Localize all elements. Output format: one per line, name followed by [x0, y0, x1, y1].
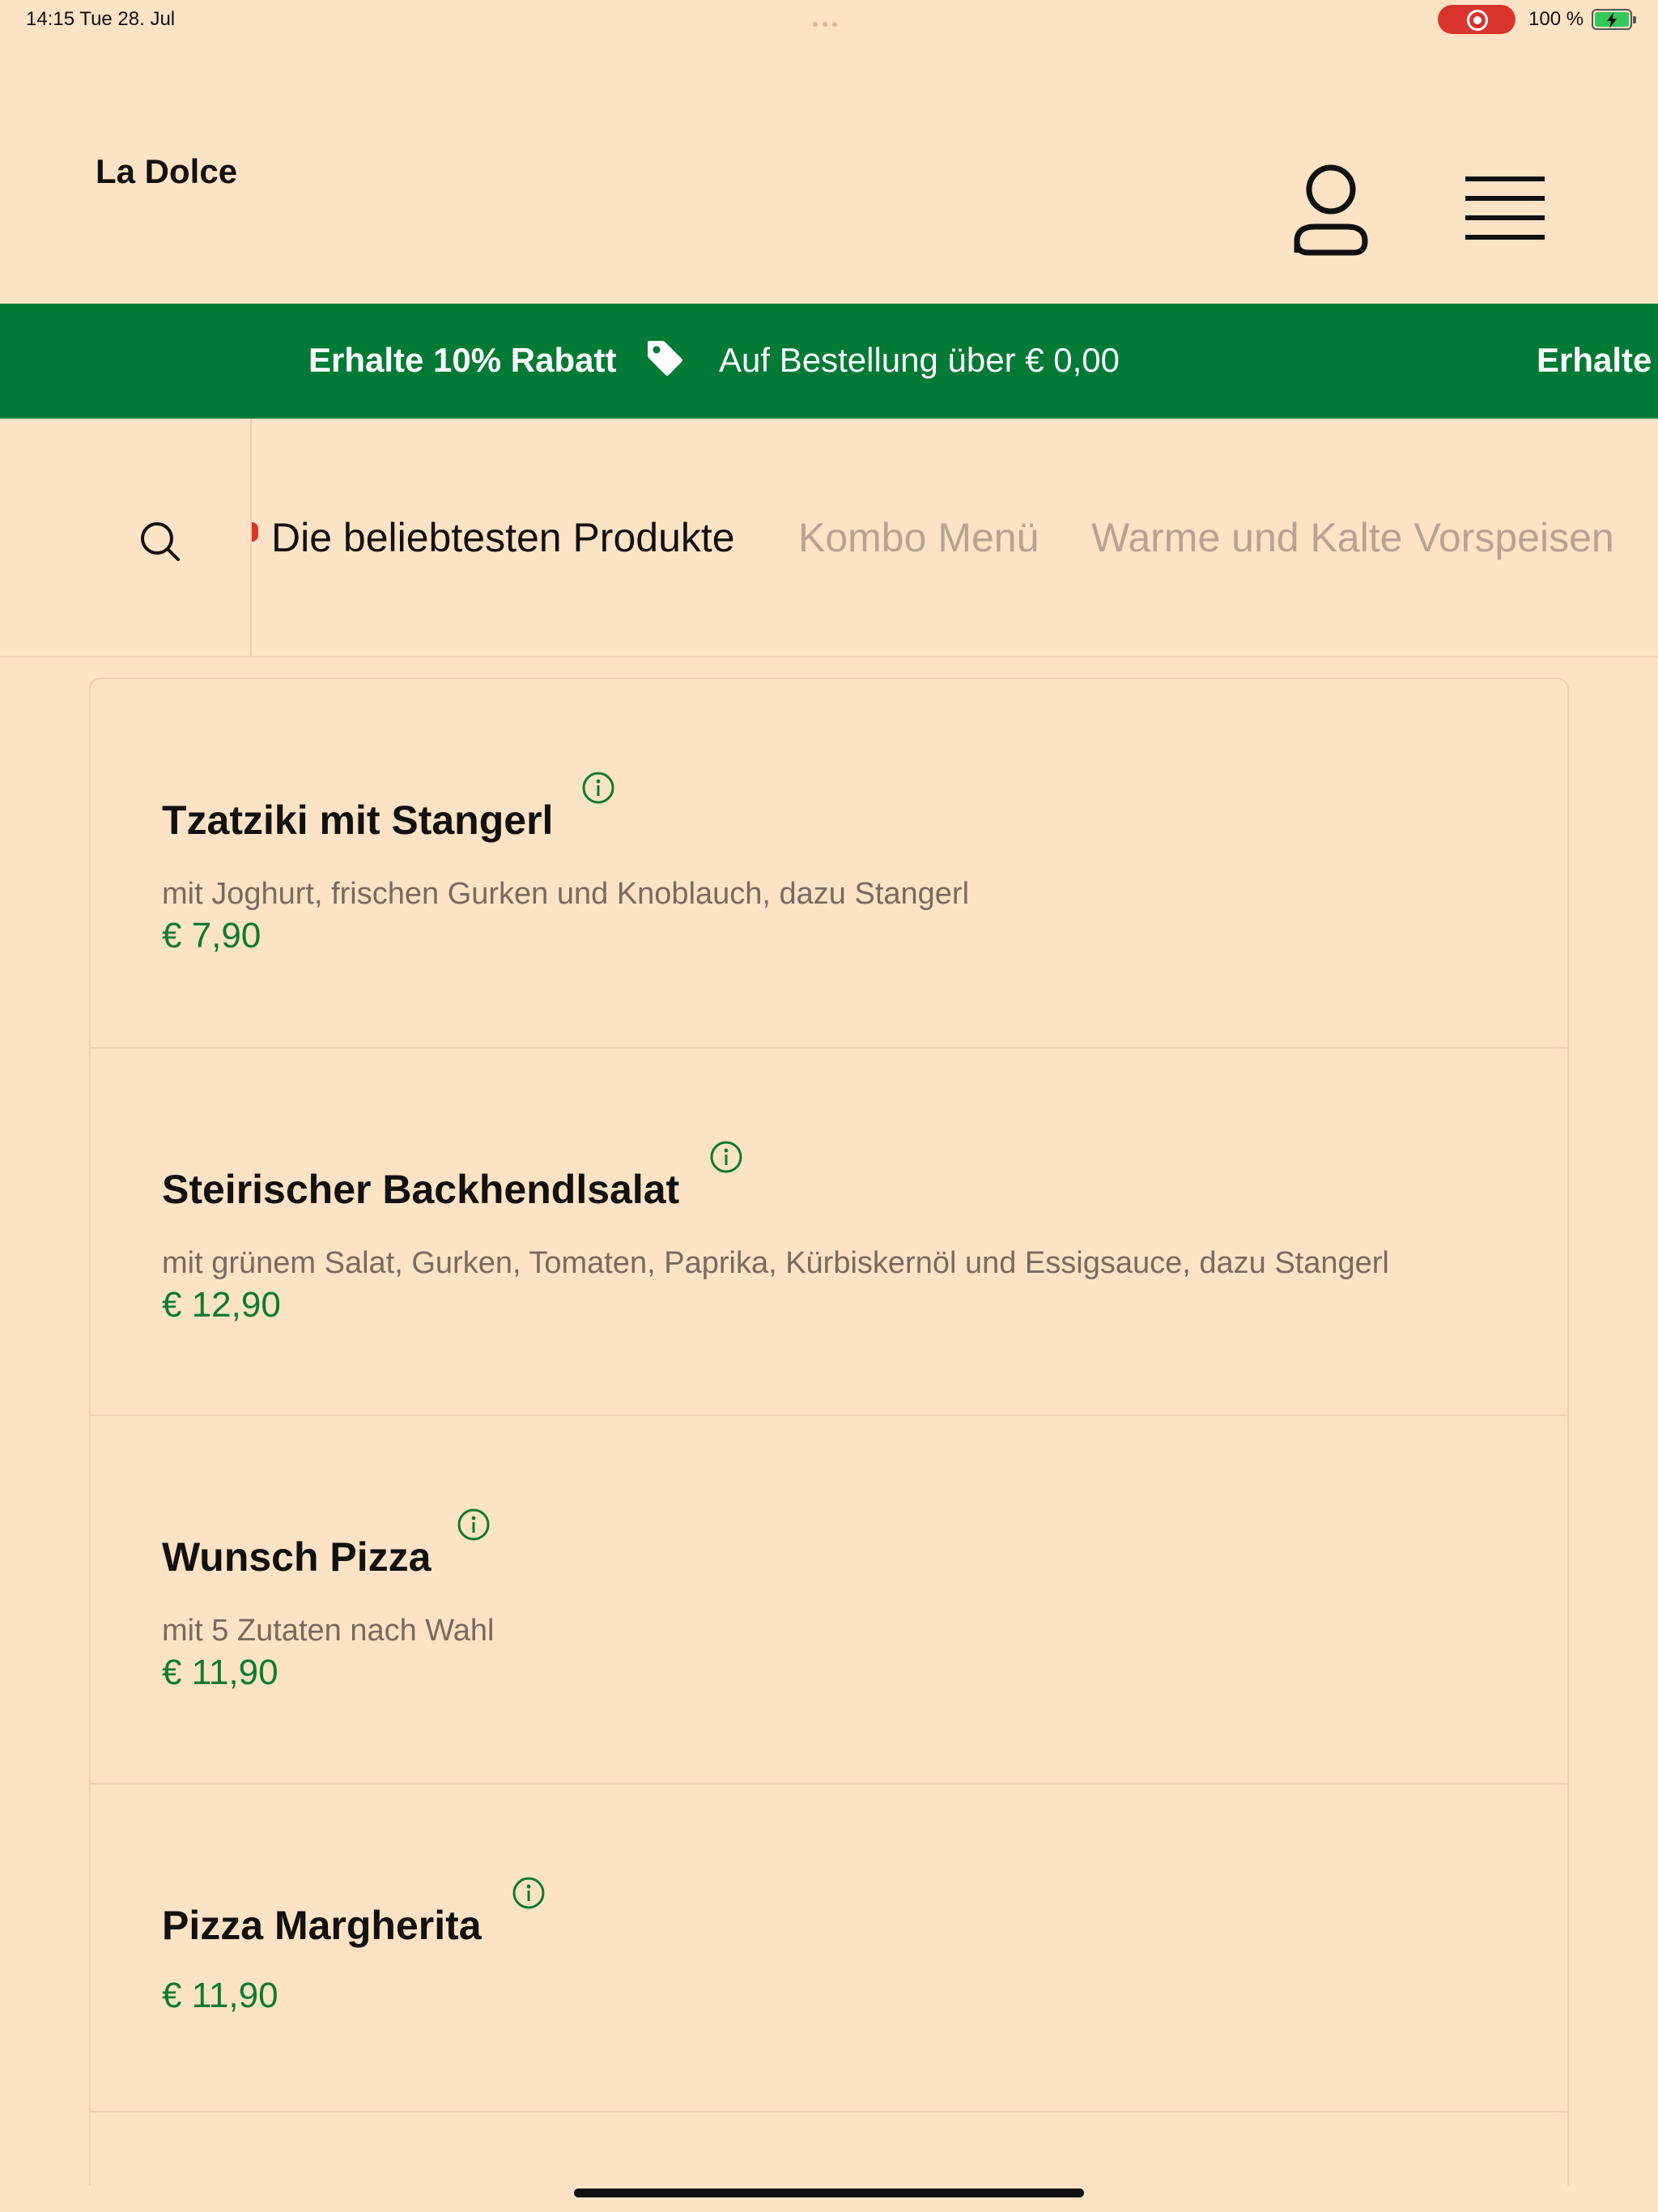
- info-icon[interactable]: [512, 1876, 546, 1910]
- status-time: 14:15 Tue 28. Jul: [26, 8, 176, 30]
- info-icon[interactable]: [457, 1508, 491, 1542]
- search-icon: [141, 522, 180, 561]
- product-name: Wunsch Pizza: [162, 1534, 432, 1580]
- promo-banner[interactable]: Erhalte 10% Rabatt Auf Bestellung über €…: [0, 304, 1658, 419]
- category-nav: Die beliebtesten Produkte Kombo Menü War…: [0, 419, 1658, 657]
- home-indicator[interactable]: [574, 2189, 1084, 2197]
- product-price: € 12,90: [162, 1285, 281, 1325]
- info-icon[interactable]: [581, 771, 615, 805]
- product-list: Tzatziki mit Stangerl mit Joghurt, frisc…: [89, 678, 1569, 2185]
- account-button[interactable]: [1290, 164, 1371, 257]
- screen-recording-icon[interactable]: [1438, 5, 1516, 34]
- hamburger-menu-icon: [1465, 177, 1550, 240]
- product-card[interactable]: Steirischer Backhendlsalat mit grünem Sa…: [91, 1049, 1567, 1416]
- product-card[interactable]: Wunsch Pizza mit 5 Zutaten nach Wahl € 1…: [91, 1416, 1567, 1784]
- promo-title: Erhalte 10% Rabatt: [308, 341, 617, 379]
- user-icon: [1294, 164, 1368, 256]
- product-description: mit 5 Zutaten nach Wahl: [162, 1614, 495, 1648]
- multitasking-indicator[interactable]: [813, 16, 845, 27]
- product-description: mit Joghurt, frischen Gurken und Knoblau…: [162, 877, 970, 911]
- tag-icon: [648, 341, 682, 376]
- brand-name[interactable]: La Dolce: [96, 152, 237, 191]
- product-card[interactable]: Pizza Margherita € 11,90: [91, 1784, 1567, 2112]
- product-description: mit grünem Salat, Gurken, Tomaten, Papri…: [162, 1246, 1389, 1280]
- tab-starters[interactable]: Warme und Kalte Vorspeisen: [1091, 514, 1614, 561]
- product-name: Steirischer Backhendlsalat: [162, 1167, 680, 1212]
- search-button[interactable]: [138, 519, 183, 564]
- product-card[interactable]: Tzatziki mit Stangerl mit Joghurt, frisc…: [91, 679, 1567, 1049]
- promo-title-repeat: Erhalte 1: [1537, 341, 1658, 379]
- info-icon[interactable]: [709, 1140, 743, 1174]
- battery-percentage: 100 %: [1528, 8, 1584, 30]
- battery-icon: [1592, 9, 1636, 30]
- product-name: Tzatziki mit Stangerl: [162, 798, 554, 843]
- product-price: € 11,90: [162, 1653, 278, 1692]
- menu-button[interactable]: [1465, 177, 1550, 246]
- product-name: Pizza Margherita: [162, 1903, 482, 1948]
- product-price: € 7,90: [162, 916, 261, 955]
- tab-popular-products[interactable]: Die beliebtesten Produkte: [271, 514, 735, 561]
- status-bar: 14:15 Tue 28. Jul 100 %: [0, 0, 1658, 40]
- product-price: € 11,90: [162, 1976, 278, 2015]
- app-header: La Dolce: [0, 40, 1658, 304]
- tab-combo-menu[interactable]: Kombo Menü: [798, 514, 1039, 561]
- promo-text: Auf Bestellung über € 0,00: [719, 341, 1120, 379]
- category-tabs: Die beliebtesten Produkte Kombo Menü War…: [252, 419, 1658, 657]
- active-tab-indicator: [252, 522, 258, 542]
